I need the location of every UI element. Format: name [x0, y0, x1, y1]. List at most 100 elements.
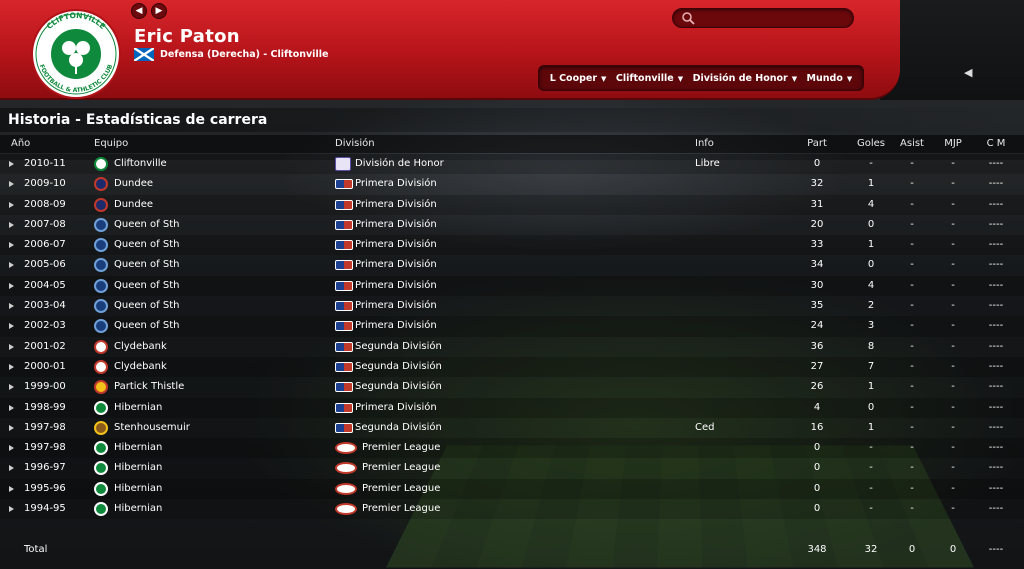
row-division[interactable]: División de Honor	[355, 158, 444, 169]
expand-arrow-icon[interactable]	[9, 181, 14, 188]
row-division[interactable]: Premier League	[362, 483, 440, 494]
col-division[interactable]: División	[335, 138, 375, 149]
row-division[interactable]: Premier League	[362, 442, 440, 453]
row-apps: 24	[810, 320, 824, 332]
table-row[interactable]: 1998-99 Hibernian Primera División 4 0 -…	[0, 397, 1024, 418]
table-row[interactable]: 1995-96 Hibernian Premier League 0 - - -…	[0, 478, 1024, 500]
row-team[interactable]: Hibernian	[114, 442, 162, 453]
row-team[interactable]: Queen of Sth	[114, 219, 179, 230]
row-team[interactable]: Partick Thistle	[114, 381, 184, 392]
expand-arrow-icon[interactable]	[9, 485, 14, 492]
expand-arrow-icon[interactable]	[9, 282, 14, 289]
row-division[interactable]: Premier League	[362, 503, 440, 514]
expand-arrow-icon[interactable]	[9, 404, 14, 411]
row-team[interactable]: Queen of Sth	[114, 320, 179, 331]
row-division[interactable]: Segunda División	[355, 341, 442, 352]
forward-button[interactable]: ▶	[151, 3, 167, 19]
row-division[interactable]: Premier League	[362, 462, 440, 473]
row-team[interactable]: Hibernian	[114, 402, 162, 413]
table-row[interactable]: 2006-07 Queen of Sth Primera División 33…	[0, 235, 1024, 256]
row-year: 2006-07	[24, 239, 66, 251]
row-team[interactable]: Stenhousemuir	[114, 422, 190, 433]
col-assists[interactable]: Asist	[892, 138, 932, 149]
row-team[interactable]: Cliftonville	[114, 158, 167, 169]
table-row[interactable]: 2007-08 Queen of Sth Primera División 20…	[0, 214, 1024, 236]
row-rating: ----	[988, 218, 1004, 230]
search-input[interactable]	[672, 8, 854, 28]
table-row[interactable]: 2005-06 Queen of Sth Primera División 34…	[0, 255, 1024, 276]
row-team[interactable]: Clydebank	[114, 361, 167, 372]
col-goals[interactable]: Goles	[851, 138, 891, 149]
expand-arrow-icon[interactable]	[9, 303, 14, 310]
row-team[interactable]: Hibernian	[114, 503, 162, 514]
row-team[interactable]: Hibernian	[114, 483, 162, 494]
expand-arrow-icon[interactable]	[9, 323, 14, 330]
table-row[interactable]: 2003-04 Queen of Sth Primera División 35…	[0, 296, 1024, 317]
row-division[interactable]: Primera División	[355, 320, 437, 331]
row-division[interactable]: Segunda División	[355, 381, 442, 392]
col-info[interactable]: Info	[695, 138, 714, 149]
row-division[interactable]: Primera División	[355, 402, 437, 413]
col-mom[interactable]: MJP	[933, 138, 973, 149]
row-division[interactable]: Segunda División	[355, 422, 442, 433]
expand-arrow-icon[interactable]	[9, 384, 14, 391]
expand-arrow-icon[interactable]	[9, 242, 14, 249]
table-row[interactable]: 2009-10 Dundee Primera División 32 1 - -…	[0, 174, 1024, 195]
col-year[interactable]: Año	[11, 138, 30, 149]
row-team[interactable]: Dundee	[114, 178, 153, 189]
row-team[interactable]: Queen of Sth	[114, 300, 179, 311]
player-position-club[interactable]: Defensa (Derecha) - Cliftonville	[160, 49, 328, 60]
partick-crest-icon	[94, 380, 108, 395]
row-rating: ----	[988, 158, 1004, 169]
row-team[interactable]: Queen of Sth	[114, 259, 179, 270]
expand-arrow-icon[interactable]	[9, 161, 14, 167]
expand-arrow-icon[interactable]	[9, 424, 14, 431]
row-mom: -	[951, 462, 955, 474]
back-button[interactable]: ◀	[131, 3, 147, 19]
row-team[interactable]: Hibernian	[114, 462, 162, 473]
expand-arrow-icon[interactable]	[9, 343, 14, 350]
row-division[interactable]: Primera División	[355, 199, 437, 210]
breadcrumb-league[interactable]: División de Honor ▼	[693, 73, 798, 84]
breadcrumb-world[interactable]: Mundo ▼	[807, 73, 853, 84]
table-row[interactable]: 1997-98 Hibernian Premier League 0 - - -…	[0, 438, 1024, 459]
row-division[interactable]: Primera División	[355, 280, 437, 291]
breadcrumb-club[interactable]: Cliftonville ▼	[616, 73, 683, 84]
row-team[interactable]: Dundee	[114, 199, 153, 210]
table-row[interactable]: 1997-98 Stenhousemuir Segunda División C…	[0, 417, 1024, 439]
table-row[interactable]: 2001-02 Clydebank Segunda División 36 8 …	[0, 336, 1024, 357]
expand-arrow-icon[interactable]	[9, 201, 14, 208]
row-assists: -	[910, 442, 914, 454]
col-rating[interactable]: C M	[976, 138, 1016, 149]
row-team[interactable]: Queen of Sth	[114, 239, 179, 250]
table-row[interactable]: 2002-03 Queen of Sth Primera División 24…	[0, 316, 1024, 337]
expand-arrow-icon[interactable]	[9, 445, 14, 452]
row-team[interactable]: Clydebank	[114, 341, 167, 352]
table-row[interactable]: 2000-01 Clydebank Segunda División 27 7 …	[0, 356, 1024, 378]
player-name[interactable]: Eric Paton	[134, 26, 240, 47]
expand-arrow-icon[interactable]	[9, 262, 14, 269]
table-row[interactable]: 2010-11 Cliftonville División de Honor L…	[0, 154, 1024, 175]
scottish-league-icon	[335, 321, 353, 332]
expand-arrow-icon[interactable]	[9, 363, 14, 370]
expand-arrow-icon[interactable]	[9, 506, 14, 513]
table-row[interactable]: 1994-95 Hibernian Premier League 0 - - -…	[0, 499, 1024, 520]
row-division[interactable]: Primera División	[355, 219, 437, 230]
row-division[interactable]: Segunda División	[355, 361, 442, 372]
table-row[interactable]: 1999-00 Partick Thistle Segunda División…	[0, 377, 1024, 398]
collapse-panel-button[interactable]: ◀	[964, 66, 972, 79]
table-row[interactable]: 2008-09 Dundee Primera División 31 4 - -…	[0, 194, 1024, 215]
expand-arrow-icon[interactable]	[9, 465, 14, 472]
expand-arrow-icon[interactable]	[9, 221, 14, 228]
breadcrumb-manager[interactable]: L Cooper ▼	[550, 73, 607, 84]
row-division[interactable]: Primera División	[355, 239, 437, 250]
col-apps[interactable]: Part	[797, 138, 837, 149]
table-row[interactable]: 1996-97 Hibernian Premier League 0 - - -…	[0, 458, 1024, 479]
table-row[interactable]: 2004-05 Queen of Sth Primera División 30…	[0, 275, 1024, 297]
row-division[interactable]: Primera División	[355, 259, 437, 270]
row-division[interactable]: Primera División	[355, 178, 437, 189]
row-rating: ----	[988, 198, 1004, 210]
row-division[interactable]: Primera División	[355, 300, 437, 311]
col-team[interactable]: Equipo	[94, 138, 128, 149]
row-team[interactable]: Queen of Sth	[114, 280, 179, 291]
